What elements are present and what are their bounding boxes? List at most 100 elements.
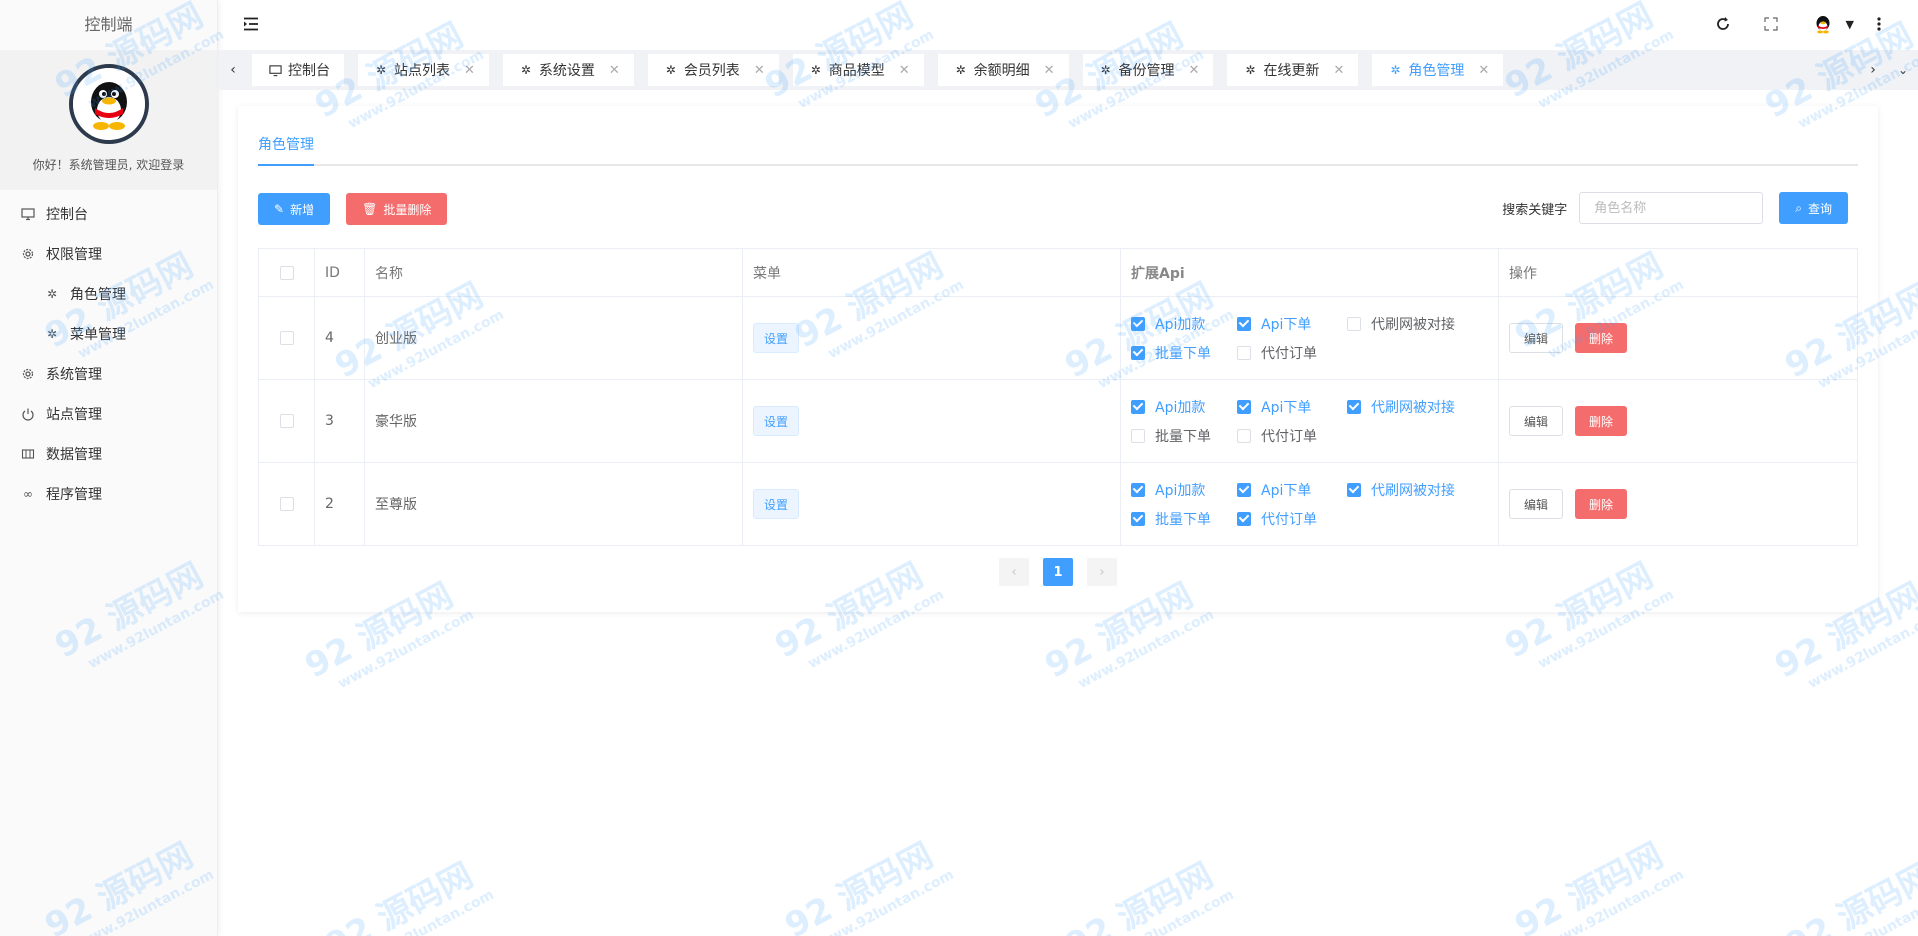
tab-product-model[interactable]: ✲ 商品模型 ✕ bbox=[792, 54, 924, 86]
tab-online-update[interactable]: ✲ 在线更新 ✕ bbox=[1227, 54, 1359, 86]
row-ops-cell: 编辑 删除 bbox=[1498, 379, 1858, 463]
close-icon[interactable]: ✕ bbox=[1189, 63, 1200, 78]
api-option[interactable]: Api下单 bbox=[1237, 480, 1347, 500]
tab-label: 站点列表 bbox=[394, 63, 450, 79]
page-number-current[interactable]: 1 bbox=[1043, 558, 1073, 586]
edit-button[interactable]: 编辑 bbox=[1509, 406, 1564, 436]
tab-member-list[interactable]: ✲ 会员列表 ✕ bbox=[647, 54, 779, 86]
edit-button[interactable]: 编辑 bbox=[1509, 323, 1564, 353]
close-icon[interactable]: ✕ bbox=[754, 63, 765, 78]
api-checkbox[interactable] bbox=[1347, 482, 1361, 497]
batch-delete-button[interactable]: 🗑 批量删除 bbox=[346, 193, 448, 225]
api-checkbox[interactable] bbox=[1347, 399, 1361, 414]
api-option[interactable]: 代刷网被对接 bbox=[1347, 397, 1455, 417]
tabs-scroll-left-icon[interactable]: ‹ bbox=[218, 50, 248, 90]
refresh-icon[interactable] bbox=[1714, 15, 1732, 33]
prev-page-button[interactable]: ‹ bbox=[999, 558, 1029, 586]
sidebar-item-site[interactable]: 站点管理 bbox=[0, 394, 217, 434]
tab-console[interactable]: 控制台 bbox=[252, 54, 344, 86]
api-option[interactable]: 批量下单 bbox=[1131, 509, 1237, 529]
api-option[interactable]: Api加款 bbox=[1131, 480, 1237, 500]
next-page-button[interactable]: › bbox=[1087, 558, 1117, 586]
search-input[interactable] bbox=[1579, 192, 1764, 224]
set-menu-button[interactable]: 设置 bbox=[753, 406, 800, 436]
api-checkbox[interactable] bbox=[1131, 428, 1145, 443]
api-checkbox[interactable] bbox=[1131, 511, 1145, 526]
row-select-cell bbox=[258, 379, 315, 463]
tab-system-settings[interactable]: ✲ 系统设置 ✕ bbox=[502, 54, 634, 86]
row-checkbox[interactable] bbox=[279, 331, 294, 345]
api-checkbox[interactable] bbox=[1131, 345, 1145, 360]
tabs-scroll-right-icon[interactable]: › bbox=[1858, 50, 1888, 90]
close-icon[interactable]: ✕ bbox=[464, 63, 475, 78]
tab-label: 角色管理 bbox=[1408, 63, 1465, 79]
sidebar-item-menu[interactable]: ✲ 菜单管理 bbox=[0, 314, 217, 354]
api-checkbox[interactable] bbox=[1237, 482, 1251, 497]
api-option[interactable]: 批量下单 bbox=[1131, 343, 1237, 363]
row-select-cell bbox=[258, 296, 315, 380]
add-button[interactable]: ✎ 新增 bbox=[258, 193, 331, 225]
api-checkbox[interactable] bbox=[1131, 316, 1145, 331]
select-all-checkbox[interactable] bbox=[279, 265, 294, 280]
fullscreen-icon[interactable] bbox=[1762, 15, 1780, 33]
sidebar-item-program[interactable]: ∞ 程序管理 bbox=[0, 474, 217, 514]
api-option[interactable]: Api下单 bbox=[1237, 314, 1347, 334]
api-checkbox[interactable] bbox=[1237, 345, 1251, 360]
tab-backup[interactable]: ✲ 备份管理 ✕ bbox=[1082, 54, 1214, 86]
sidebar-item-data[interactable]: 数据管理 bbox=[0, 434, 217, 474]
tab-site-list[interactable]: ✲ 站点列表 ✕ bbox=[358, 54, 489, 86]
tab-label: 系统设置 bbox=[538, 63, 595, 79]
sidebar-item-console[interactable]: 控制台 bbox=[0, 194, 217, 234]
api-option[interactable]: 代付订单 bbox=[1237, 343, 1317, 363]
row-api-cell: Api加款 Api下单 代刷网被对接 批量下单 代付订单 bbox=[1120, 379, 1499, 463]
api-label: Api下单 bbox=[1261, 399, 1312, 416]
close-icon[interactable]: ✕ bbox=[899, 63, 910, 78]
row-checkbox[interactable] bbox=[279, 497, 294, 511]
header-id: ID bbox=[314, 248, 365, 297]
delete-button[interactable]: 删除 bbox=[1575, 489, 1628, 519]
api-checkbox[interactable] bbox=[1237, 399, 1251, 414]
delete-button[interactable]: 删除 bbox=[1575, 323, 1628, 353]
delete-button[interactable]: 删除 bbox=[1575, 406, 1628, 436]
sidebar-item-label: 角色管理 bbox=[70, 287, 126, 303]
search-icon: ⌕ bbox=[1795, 200, 1802, 215]
sidebar-item-role[interactable]: ✲ 角色管理 bbox=[0, 274, 217, 314]
api-option[interactable]: 代刷网被对接 bbox=[1347, 480, 1455, 500]
tabs-dropdown-icon[interactable]: ⌄ bbox=[1888, 50, 1918, 90]
search-button[interactable]: ⌕ 查询 bbox=[1779, 192, 1848, 224]
avatar[interactable] bbox=[68, 64, 149, 144]
tab-role-management[interactable]: ✲ 角色管理 ✕ bbox=[1372, 54, 1504, 86]
close-icon[interactable]: ✕ bbox=[1333, 63, 1344, 78]
sidebar-item-system[interactable]: 系统管理 bbox=[0, 354, 217, 394]
card-tab-role[interactable]: 角色管理 bbox=[258, 134, 314, 166]
more-vertical-icon[interactable] bbox=[1870, 15, 1888, 33]
api-checkbox[interactable] bbox=[1131, 399, 1145, 414]
sidebar-item-permission[interactable]: 权限管理 bbox=[0, 234, 217, 274]
edit-button[interactable]: 编辑 bbox=[1509, 489, 1564, 519]
api-checkbox[interactable] bbox=[1237, 428, 1251, 443]
api-checkbox[interactable] bbox=[1237, 316, 1251, 331]
api-checkbox[interactable] bbox=[1347, 316, 1361, 331]
api-checkbox[interactable] bbox=[1131, 482, 1145, 497]
api-option[interactable]: 代刷网被对接 bbox=[1347, 314, 1455, 334]
api-option[interactable]: Api下单 bbox=[1237, 397, 1347, 417]
api-option[interactable]: Api加款 bbox=[1131, 314, 1237, 334]
avatar[interactable] bbox=[1809, 11, 1836, 37]
tab-balance-detail[interactable]: ✲ 余额明细 ✕ bbox=[937, 54, 1069, 86]
row-checkbox[interactable] bbox=[279, 414, 294, 428]
set-menu-button[interactable]: 设置 bbox=[753, 323, 800, 353]
api-option[interactable]: 批量下单 bbox=[1131, 426, 1237, 446]
api-checkbox[interactable] bbox=[1237, 511, 1251, 526]
api-option[interactable]: Api加款 bbox=[1131, 397, 1237, 417]
close-icon[interactable]: ✕ bbox=[1044, 63, 1055, 78]
close-icon[interactable]: ✕ bbox=[609, 63, 620, 78]
caret-down-icon[interactable]: ▼ bbox=[1846, 18, 1854, 31]
header-ops: 操作 bbox=[1498, 248, 1858, 297]
close-icon[interactable]: ✕ bbox=[1478, 63, 1489, 78]
api-option[interactable]: 代付订单 bbox=[1237, 509, 1317, 529]
api-option[interactable]: 代付订单 bbox=[1237, 426, 1317, 446]
user-menu[interactable]: ▼ bbox=[1809, 11, 1854, 37]
watermark: 92 源码网www.92luntan.com bbox=[315, 844, 497, 936]
set-menu-button[interactable]: 设置 bbox=[753, 489, 800, 519]
menu-toggle-icon[interactable] bbox=[242, 15, 260, 33]
